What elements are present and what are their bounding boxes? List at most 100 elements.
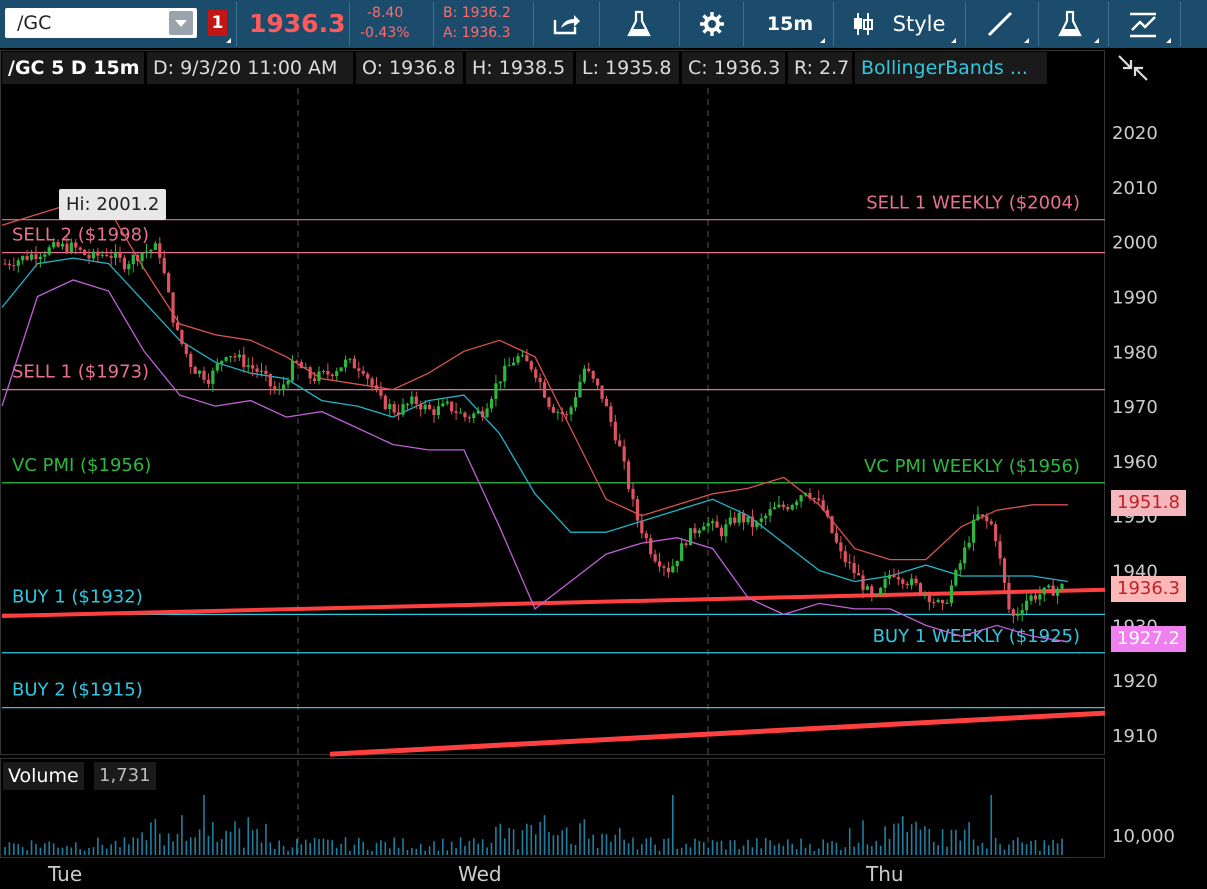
volume-label: Volume [3, 762, 84, 790]
candle-body [401, 404, 405, 415]
level-label: BUY 1 WEEKLY ($1925) [873, 626, 1080, 647]
candle-body [136, 254, 140, 261]
candle-body [653, 554, 657, 562]
candle-body [224, 357, 228, 361]
day-label-wed: Wed [458, 862, 502, 886]
level-label: VC PMI ($1956) [12, 455, 151, 476]
candle-body [693, 528, 697, 534]
candle-body [821, 500, 825, 511]
candle-body [388, 404, 392, 409]
candle-body [613, 421, 617, 441]
candle-body [565, 414, 569, 416]
candle-body [534, 369, 538, 379]
candle-body [662, 566, 666, 568]
candle-body [1029, 595, 1033, 601]
candle-body [591, 370, 595, 379]
candle-body [507, 365, 511, 367]
bar-range: R: 2.7 [788, 52, 852, 84]
candle-body [622, 446, 626, 462]
candle-body [795, 501, 799, 505]
candle-body [458, 412, 463, 414]
candle-body [335, 371, 339, 377]
candle-body [556, 411, 560, 413]
candle-body [304, 367, 308, 369]
trendline-lower [329, 710, 1106, 757]
candle-body [56, 242, 60, 247]
candle-body [817, 498, 821, 501]
bar-low: L: 1935.8 [576, 52, 679, 84]
candle-body [649, 538, 653, 555]
candle-body [122, 257, 127, 270]
candle-body [343, 359, 348, 368]
candle-body [675, 560, 679, 567]
level-label: SELL 1 WEEKLY ($2004) [866, 193, 1080, 214]
candle-body [971, 519, 976, 543]
candle-body [60, 243, 65, 247]
candle-body [980, 514, 984, 517]
candle-body [626, 461, 631, 489]
candle-body [366, 373, 370, 379]
candle-body [12, 265, 16, 267]
bar-high: H: 1938.5 [466, 52, 573, 84]
candle-body [768, 509, 772, 516]
candle-body [843, 551, 847, 563]
candle-body [684, 543, 688, 546]
candle-body [206, 379, 211, 384]
candle-body [976, 514, 980, 520]
candle-body [127, 264, 131, 270]
candle-body [65, 243, 69, 253]
candle-body [631, 488, 635, 500]
high-marker-bubble: Hi: 2001.2 [59, 189, 167, 220]
candle-body [746, 516, 750, 523]
candle-body [3, 263, 7, 265]
study-label-bollinger[interactable]: BollingerBands ... [855, 52, 1047, 84]
candle-body [989, 521, 993, 525]
candle-body [264, 370, 268, 374]
candle-body [96, 251, 100, 256]
bar-date: D: 9/3/20 11:00 AM [147, 52, 353, 84]
candle-body [834, 532, 839, 543]
candle-body [312, 378, 317, 382]
candle-body [290, 360, 295, 381]
candle-body [131, 254, 135, 265]
candle-body [861, 575, 865, 590]
candle-body [282, 384, 286, 390]
candle-body [932, 602, 936, 604]
candle-body [83, 249, 87, 256]
candle-body [896, 576, 900, 580]
candle-body [547, 397, 551, 407]
candle-body [609, 406, 613, 422]
candle-body [454, 411, 458, 413]
candle-body [423, 404, 427, 410]
candle-body [724, 524, 728, 537]
candle-body [47, 247, 51, 255]
price-axis-label: 1910 [1112, 726, 1158, 747]
candle-body [317, 371, 321, 382]
chart-info-bar: /GC 5 D 15m D: 9/3/20 11:00 AM O: 1936.8… [0, 50, 1105, 86]
candle-body [419, 403, 423, 410]
candle-body [494, 383, 498, 399]
candle-body [228, 356, 233, 358]
candle-body [242, 354, 246, 367]
chart-canvas[interactable]: 2020201020001990198019701960195019401930… [0, 0, 1207, 889]
candle-body [211, 370, 215, 384]
candle-body [697, 530, 701, 534]
candle-body [16, 260, 20, 266]
candle-body [1060, 583, 1064, 589]
candle-body [604, 398, 609, 407]
candle-body [856, 573, 861, 576]
candle-body [383, 395, 387, 409]
candle-body [702, 526, 706, 531]
candle-body [34, 254, 38, 260]
candle-body [826, 510, 830, 517]
candle-body [397, 412, 401, 415]
bar-open: O: 1936.8 [356, 52, 463, 84]
candle-body [237, 354, 241, 358]
collapse-arrows-icon[interactable] [1115, 52, 1151, 84]
candle-body [109, 255, 113, 258]
candle-body [149, 249, 153, 252]
candle-body [706, 523, 710, 527]
price-axis-label: 2020 [1112, 123, 1158, 144]
chart-title[interactable]: /GC 5 D 15m [2, 52, 144, 84]
lower-band-price-tag: 1927.2 [1111, 626, 1186, 652]
